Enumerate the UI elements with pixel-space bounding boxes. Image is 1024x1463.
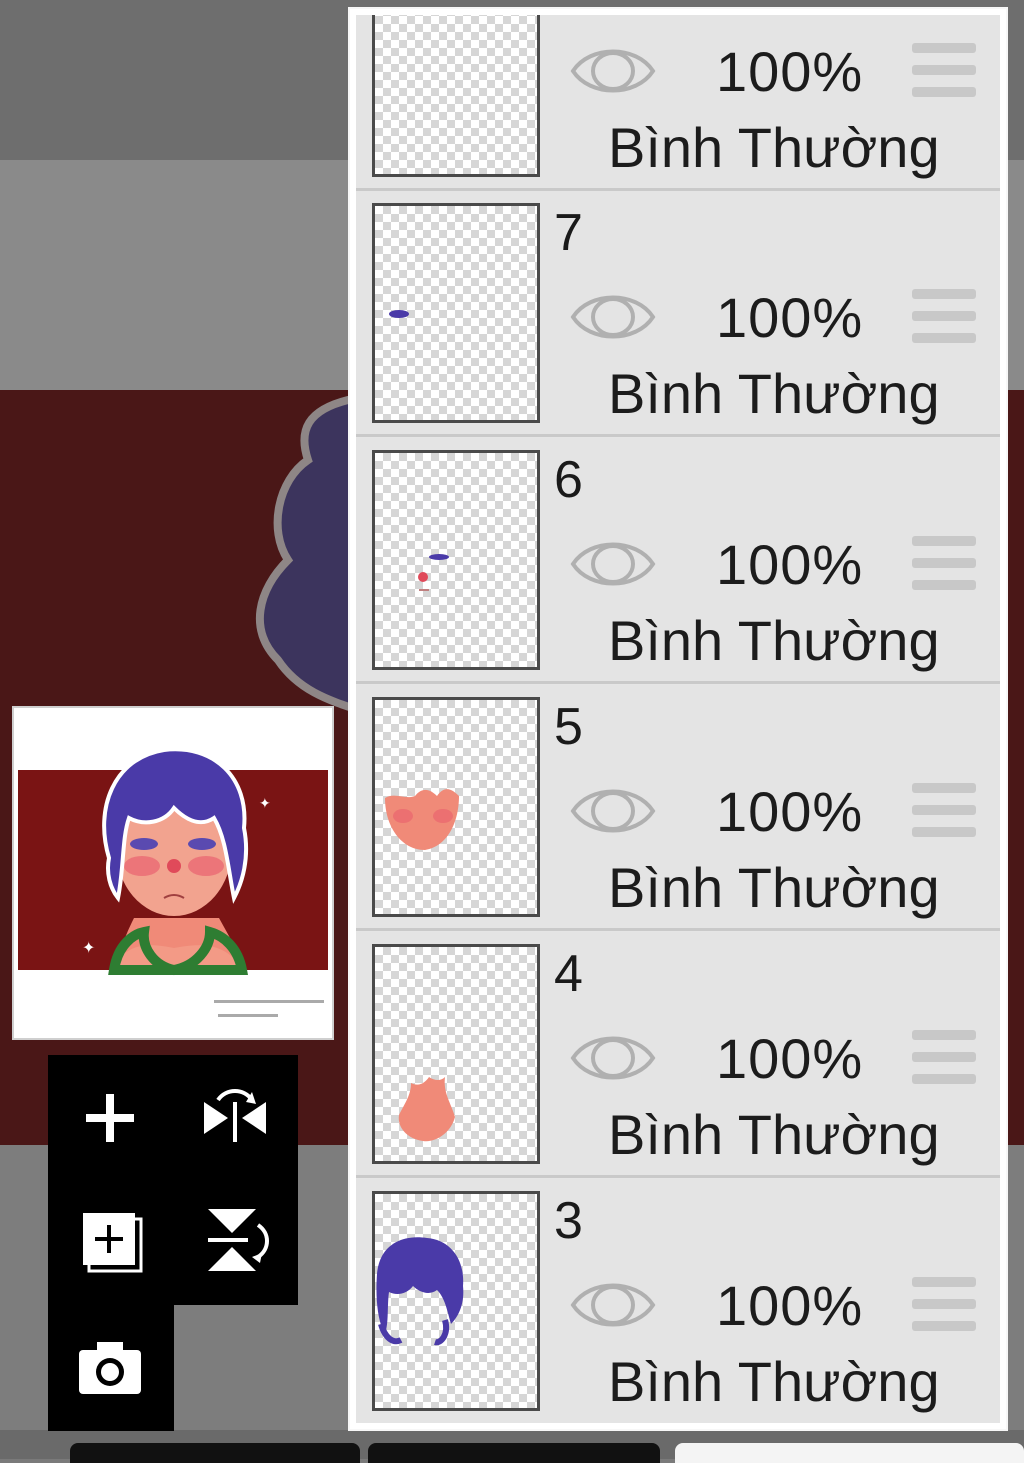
flip-horizontal-icon (204, 1089, 266, 1142)
drag-handle-icon[interactable] (912, 536, 976, 590)
svg-text:✦: ✦ (259, 796, 271, 812)
layer-number: 4 (554, 945, 583, 1003)
bottom-tab-3[interactable] (675, 1443, 1024, 1463)
layer-row[interactable]: 6 100% Bình Thường (356, 438, 1000, 684)
duplicate-layer-button[interactable] (65, 1195, 155, 1285)
layer-thumbnail-art (385, 789, 459, 850)
layer-thumbnail-art (398, 1077, 455, 1142)
layer-thumbnail[interactable] (372, 944, 540, 1164)
canvas-hair-outline (255, 396, 358, 715)
layer-row[interactable]: 7 100% Bình Thường (356, 191, 1000, 437)
camera-icon (79, 1342, 141, 1394)
layer-thumbnail-art (376, 1237, 464, 1346)
plus-icon (86, 1094, 134, 1142)
layer-opacity: 100% (716, 533, 864, 596)
eye-icon[interactable] (570, 1275, 656, 1335)
flip-vertical-button[interactable] (190, 1195, 280, 1285)
layer-opacity: 100% (716, 1274, 864, 1337)
layer-thumbnail[interactable] (372, 203, 540, 423)
import-photo-button[interactable] (65, 1323, 155, 1413)
flip-horizontal-button[interactable] (190, 1073, 280, 1163)
layer-blend-mode[interactable]: Bình Thường (608, 608, 940, 673)
layer-opacity: 100% (716, 40, 864, 103)
layer-row[interactable]: 3 100% Bình Thường (356, 1179, 1000, 1423)
eye-icon[interactable] (570, 1028, 656, 1088)
drag-handle-icon[interactable] (912, 1030, 976, 1084)
layer-blend-mode[interactable]: Bình Thường (608, 115, 940, 180)
layer-number: 5 (554, 698, 583, 756)
layer-blend-mode[interactable]: Bình Thường (608, 855, 940, 920)
eye-icon[interactable] (570, 534, 656, 594)
layer-thumbnail[interactable] (372, 450, 540, 670)
layer-number: 7 (554, 204, 583, 262)
layers-list[interactable]: 100% Bình Thường 7 100% Bình Thường 6 10… (356, 15, 1000, 1423)
layer-thumbnail-art (418, 554, 449, 591)
eye-icon[interactable] (570, 41, 656, 101)
layer-row[interactable]: 4 100% Bình Thường (356, 932, 1000, 1178)
eye-icon[interactable] (570, 781, 656, 841)
layer-opacity: 100% (716, 780, 864, 843)
canvas-preview[interactable]: ✦ ✦ (12, 706, 334, 1040)
layer-thumbnail[interactable] (372, 15, 540, 177)
eye-icon[interactable] (570, 287, 656, 347)
layer-opacity: 100% (716, 1027, 864, 1090)
drag-handle-icon[interactable] (912, 1277, 976, 1331)
bottom-tab-2[interactable] (368, 1443, 660, 1463)
layer-blend-mode[interactable]: Bình Thường (608, 1349, 940, 1414)
drag-handle-icon[interactable] (912, 43, 976, 97)
layer-tools-palette (48, 1055, 298, 1305)
add-layer-copy-icon (83, 1213, 143, 1273)
drag-handle-icon[interactable] (912, 783, 976, 837)
layers-panel: 100% Bình Thường 7 100% Bình Thường 6 10… (348, 7, 1008, 1431)
flip-vertical-icon (208, 1209, 269, 1271)
bottom-tab-1[interactable] (70, 1443, 360, 1463)
layer-thumbnail[interactable] (372, 697, 540, 917)
svg-text:✦: ✦ (82, 938, 95, 957)
layer-row[interactable]: 5 100% Bình Thường (356, 685, 1000, 931)
layer-number: 6 (554, 451, 583, 509)
layer-blend-mode[interactable]: Bình Thường (608, 361, 940, 426)
layer-number: 3 (554, 1192, 583, 1250)
layer-thumbnail-art (389, 310, 409, 318)
layer-tools-palette-bottom (48, 1305, 174, 1431)
drag-handle-icon[interactable] (912, 289, 976, 343)
layer-blend-mode[interactable]: Bình Thường (608, 1102, 940, 1167)
layer-thumbnail[interactable] (372, 1191, 540, 1411)
layer-row[interactable]: 100% Bình Thường (356, 15, 1000, 191)
add-layer-button[interactable] (65, 1073, 155, 1163)
layer-opacity: 100% (716, 286, 864, 349)
artwork-preview-image: ✦ ✦ (14, 708, 332, 1038)
